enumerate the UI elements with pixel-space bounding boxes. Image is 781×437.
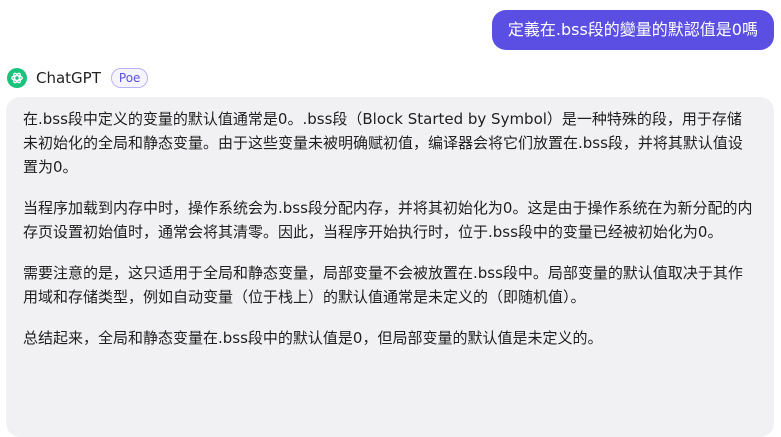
response-paragraph: 需要注意的是，这只适用于全局和静态变量，局部变量不会被放置在.bss段中。局部变… bbox=[23, 264, 743, 306]
user-message-bubble: 定義在.bss段的變量的默認值是0嗎 bbox=[491, 10, 774, 50]
response-paragraph: 当程序加载到内存中时，操作系统会为.bss段分配内存，并将其初始化为0。这是由于… bbox=[23, 199, 753, 241]
bot-name[interactable]: ChatGPT bbox=[36, 69, 101, 87]
poe-badge: Poe bbox=[110, 68, 149, 88]
response-paragraph: 总结起来，全局和静态变量在.bss段中的默认值是0，但局部变量的默认值是未定义的… bbox=[23, 329, 603, 347]
bot-header: ChatGPT Poe bbox=[7, 66, 149, 90]
chatgpt-logo-icon bbox=[7, 68, 27, 88]
response-paragraph: 在.bss段中定义的变量的默认值通常是0。.bss段（Block Started… bbox=[23, 110, 743, 176]
bot-response-bubble: 在.bss段中定义的变量的默认值通常是0。.bss段（Block Started… bbox=[6, 97, 774, 437]
